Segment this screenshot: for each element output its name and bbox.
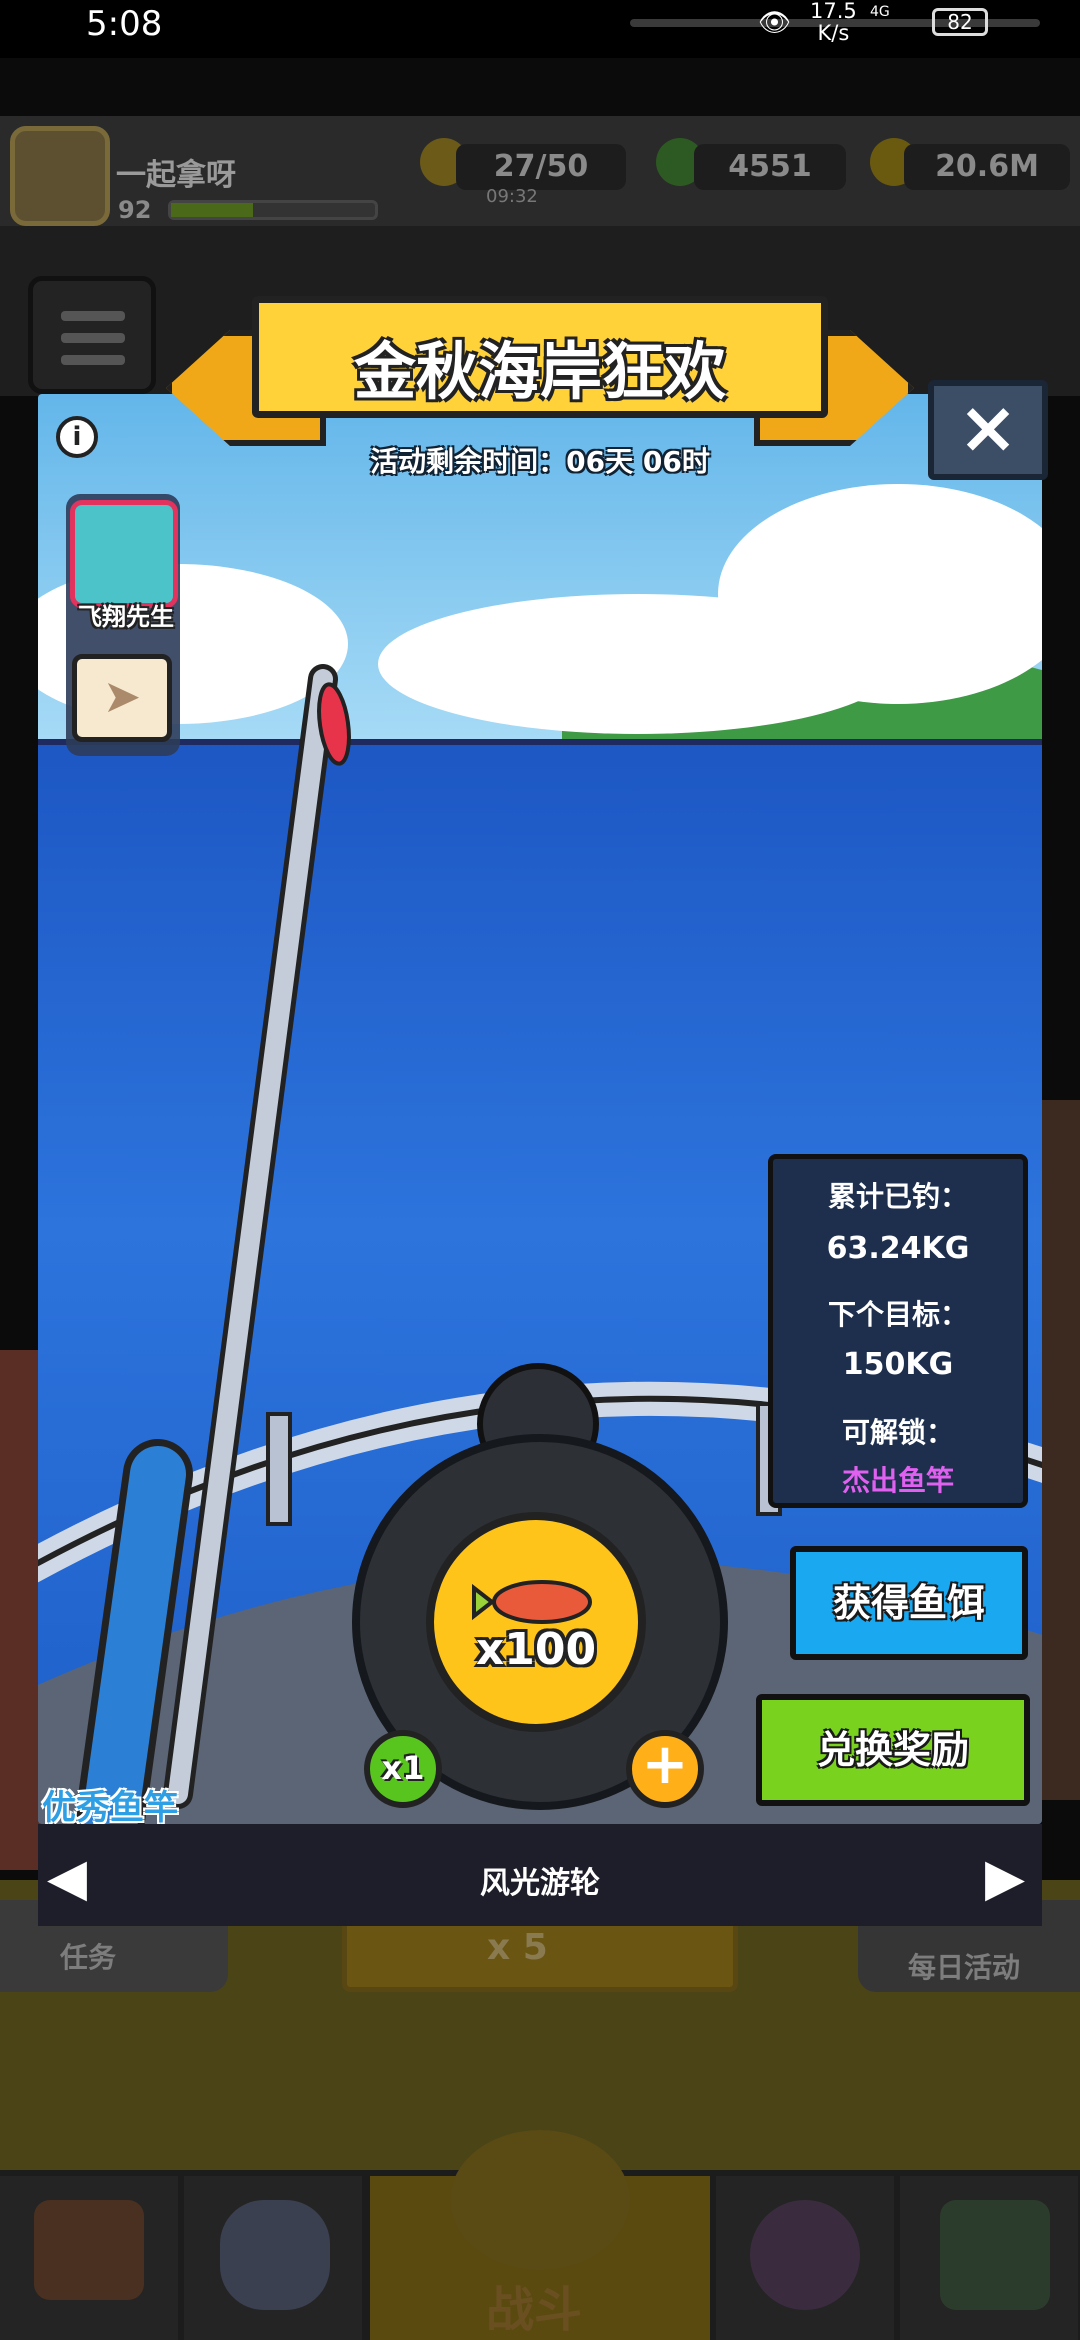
shop-icon <box>34 2200 144 2300</box>
close-icon: × <box>957 385 1019 469</box>
arrow-left-icon: ◀ <box>47 1848 87 1908</box>
player-level: 92 <box>118 196 152 224</box>
game-screen: 5:08 👁 17.5 K/s 4G 82 一起拿呀 92 27/50 09:3… <box>0 0 1080 2340</box>
shield-icon <box>220 2200 330 2310</box>
bg-middle-card-label: x 5 <box>487 1927 548 1968</box>
unlock-label: 可解锁： <box>841 1416 954 1449</box>
bait-fish-icon <box>472 1580 592 1624</box>
background-left <box>0 1350 40 1870</box>
network-speed: 17.5 K/s <box>810 0 857 45</box>
ship-name: 风光游轮 <box>480 1866 600 1901</box>
arrow-right-icon: ▶ <box>985 1848 1025 1908</box>
info-icon: i <box>72 422 82 452</box>
clock: 5:08 <box>86 4 163 44</box>
multiplier-button[interactable]: x1 <box>364 1730 442 1808</box>
cast-button[interactable] <box>426 1512 646 1732</box>
caught-value: 63.24KG <box>826 1231 970 1266</box>
menu-line <box>61 311 125 321</box>
network-type: 4G <box>870 4 890 20</box>
bait-count: x100 <box>475 1624 597 1675</box>
fish-book-button[interactable]: ➤ <box>72 654 172 742</box>
energy-value: 27/50 <box>493 149 589 184</box>
rod-name: 优秀鱼竿 <box>42 1788 178 1828</box>
menu-button[interactable] <box>28 276 156 394</box>
progress-panel: 累计已钓： 63.24KG 下个目标： 150KG 可解锁： 杰出鱼竿 <box>768 1154 1028 1508</box>
info-button[interactable]: i <box>56 416 98 458</box>
energy-timer: 09:32 <box>486 186 538 207</box>
fish-icon: ➤ <box>102 669 142 723</box>
player-name: 一起拿呀 <box>116 158 236 193</box>
event-banner: 金秋海岸狂欢 <box>252 296 828 418</box>
event-countdown: 活动剩余时间：06天 06时 <box>370 445 710 478</box>
xp-bar <box>168 200 378 220</box>
next-target-value: 150KG <box>842 1347 954 1382</box>
close-button[interactable]: × <box>928 380 1048 480</box>
plus-icon: + <box>641 1732 689 1797</box>
caught-label: 累计已钓： <box>827 1180 968 1213</box>
menu-line <box>61 333 125 343</box>
exchange-reward-button[interactable]: 兑换奖励 <box>756 1694 1030 1806</box>
add-bait-button[interactable]: + <box>626 1730 704 1808</box>
coin-counter[interactable]: 20.6M <box>904 144 1070 190</box>
captain-name: 飞翔先生 <box>78 603 174 631</box>
star-swords-icon <box>450 2130 630 2270</box>
gem-counter[interactable]: 4551 <box>694 144 846 190</box>
battle-label: 战斗 <box>486 2282 583 2338</box>
energy-counter[interactable]: 27/50 <box>456 144 626 190</box>
daily-activity-label: 每日活动 <box>908 1951 1021 1984</box>
background-right <box>1038 1100 1080 1800</box>
unlock-reward: 杰出鱼竿 <box>841 1464 954 1497</box>
gem-value: 4551 <box>728 149 812 184</box>
status-bar: 5:08 👁 17.5 K/s 4G 82 <box>0 0 1080 58</box>
next-target-label: 下个目标： <box>827 1298 968 1331</box>
ball-icon <box>750 2200 860 2310</box>
next-ship-button[interactable]: ▶ <box>982 1852 1028 1904</box>
capsule-icon <box>940 2200 1050 2310</box>
prev-ship-button[interactable]: ◀ <box>44 1852 90 1904</box>
coin-value: 20.6M <box>935 149 1039 184</box>
get-bait-button[interactable]: 获得鱼饵 <box>790 1546 1028 1660</box>
bg-left-card-label: 任务 <box>60 1941 117 1974</box>
menu-line <box>61 355 125 365</box>
battery-level: 82 <box>932 8 988 36</box>
railing-post <box>266 1412 292 1526</box>
eye-icon: 👁 <box>758 8 792 38</box>
event-title: 金秋海岸狂欢 <box>353 335 726 408</box>
player-avatar[interactable] <box>10 126 110 226</box>
captain-portrait[interactable] <box>70 500 178 608</box>
